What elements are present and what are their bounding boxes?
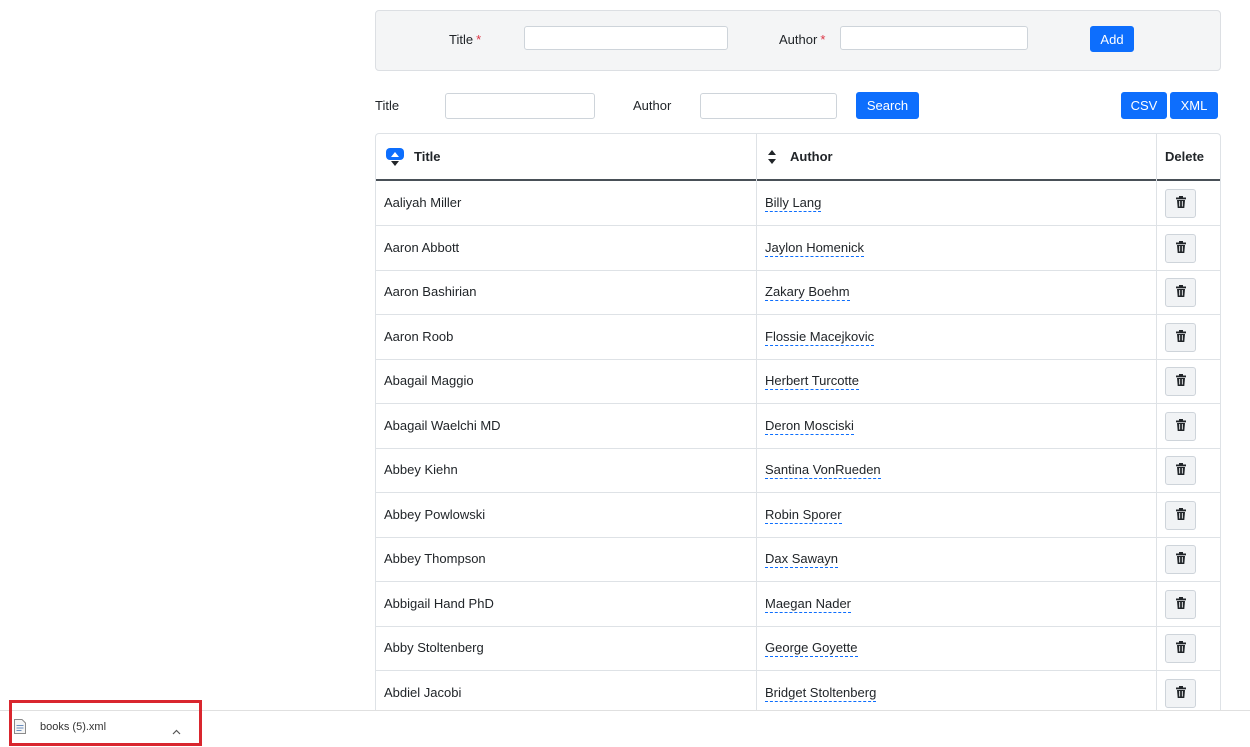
search-author-label: Author — [633, 98, 672, 113]
author-column-header[interactable]: Author — [768, 134, 1148, 179]
delete-button[interactable] — [1165, 411, 1196, 441]
author-editable-link[interactable]: George Goyette — [765, 640, 858, 657]
table-row: Abbigail Hand PhD Maegan Nader — [376, 582, 1220, 627]
author-editable-link[interactable]: Jaylon Homenick — [765, 240, 864, 257]
book-title-cell: Abbey Powlowski — [384, 506, 486, 522]
table-row: Abbey Thompson Dax Sawayn — [376, 537, 1220, 582]
delete-column-header: Delete — [1165, 134, 1215, 179]
book-title-cell: Abagail Waelchi MD — [384, 417, 501, 433]
sort-toggle-title[interactable] — [386, 147, 404, 166]
author-header-label: Author — [790, 149, 833, 164]
trash-icon — [1175, 685, 1186, 701]
book-title-cell: Aaron Bashirian — [384, 284, 477, 299]
delete-button[interactable] — [1165, 189, 1196, 218]
delete-button[interactable] — [1165, 322, 1196, 352]
trash-icon — [1175, 463, 1186, 478]
delete-button[interactable] — [1165, 278, 1196, 307]
table-row: Abbey Kiehn Santina VonRueden — [376, 448, 1220, 493]
add-title-input[interactable] — [524, 26, 728, 50]
delete-button[interactable] — [1165, 456, 1196, 485]
table-row: Aaron Bashirian Zakary Boehm — [376, 270, 1220, 315]
trash-icon — [1175, 507, 1186, 523]
trash-icon — [1175, 240, 1186, 256]
title-header-label: Title — [414, 149, 441, 164]
table-row: Abbey Powlowski Robin Sporer — [376, 493, 1220, 538]
search-button[interactable]: Search — [856, 92, 919, 119]
table-row: Aaron Abbott Jaylon Homenick — [376, 226, 1220, 271]
trash-icon — [1175, 552, 1186, 567]
table-row: Abagail Maggio Herbert Turcotte — [376, 359, 1220, 404]
table-row: Abdiel Jacobi Bridget Stoltenberg — [376, 671, 1220, 711]
book-title-cell: Aaron Abbott — [384, 239, 460, 255]
author-editable-link[interactable]: Bridget Stoltenberg — [765, 685, 877, 702]
book-title-cell: Abbey Kiehn — [384, 462, 458, 477]
book-title-cell: Abbey Thompson — [384, 551, 486, 566]
trash-icon — [1175, 285, 1186, 300]
search-title-label: Title — [375, 98, 400, 113]
table-row: Abagail Waelchi MD Deron Mosciski — [376, 404, 1220, 449]
table-row: Aaliyah Miller Billy Lang — [376, 181, 1220, 226]
sort-toggle-author[interactable] — [768, 149, 776, 164]
author-editable-link[interactable]: Zakary Boehm — [765, 284, 850, 301]
search-author-input[interactable] — [700, 93, 837, 119]
title-column-header[interactable]: Title — [386, 134, 756, 179]
add-book-form: Title * Author * Add — [375, 10, 1221, 71]
author-editable-link[interactable]: Robin Sporer — [765, 507, 842, 524]
delete-button[interactable] — [1165, 233, 1196, 263]
sort-up-icon — [768, 149, 776, 155]
trash-icon — [1175, 329, 1186, 345]
author-editable-link[interactable]: Deron Mosciski — [765, 418, 854, 435]
book-title-cell: Aaron Roob — [384, 328, 454, 344]
add-button[interactable]: Add — [1090, 26, 1134, 52]
add-author-input[interactable] — [840, 26, 1028, 50]
search-title-input[interactable] — [445, 93, 595, 119]
csv-export-button[interactable]: CSV — [1121, 92, 1167, 119]
delete-header-label: Delete — [1165, 149, 1205, 164]
sort-ascending-icon — [386, 147, 404, 160]
author-editable-link[interactable]: Dax Sawayn — [765, 551, 838, 568]
add-author-label: Author * — [779, 32, 826, 47]
book-title-cell: Abagail Maggio — [384, 373, 474, 388]
sort-descending-icon — [391, 160, 399, 166]
trash-icon — [1175, 596, 1186, 612]
book-title-cell: Abbigail Hand PhD — [384, 595, 494, 611]
trash-icon — [1175, 418, 1186, 434]
author-editable-link[interactable]: Santina VonRueden — [765, 462, 881, 479]
author-editable-link[interactable]: Billy Lang — [765, 195, 822, 212]
xml-export-button[interactable]: XML — [1170, 92, 1218, 119]
sort-down-icon — [768, 158, 776, 164]
trash-icon — [1175, 374, 1186, 389]
delete-button[interactable] — [1165, 589, 1196, 619]
trash-icon — [1175, 196, 1186, 211]
books-table: Title Author Delete Aaliyah Miller Billy … — [375, 133, 1221, 710]
table-row: Aaron Roob Flossie Macejkovic — [376, 315, 1220, 360]
book-title-cell: Aaliyah Miller — [384, 195, 462, 210]
table-header: Title Author Delete — [376, 134, 1220, 181]
required-mark: * — [820, 32, 826, 47]
book-title-cell: Abdiel Jacobi — [384, 684, 462, 700]
author-editable-link[interactable]: Maegan Nader — [765, 596, 851, 613]
author-editable-link[interactable]: Flossie Macejkovic — [765, 329, 875, 346]
author-editable-link[interactable]: Herbert Turcotte — [765, 373, 859, 390]
delete-button[interactable] — [1165, 500, 1196, 530]
table-row: Abby Stoltenberg George Goyette — [376, 626, 1220, 671]
delete-button[interactable] — [1165, 545, 1196, 574]
required-mark: * — [476, 32, 482, 47]
download-highlight-box — [9, 700, 202, 746]
delete-button[interactable] — [1165, 367, 1196, 396]
book-title-cell: Abby Stoltenberg — [384, 640, 484, 655]
delete-button[interactable] — [1165, 678, 1196, 708]
add-title-label: Title * — [449, 32, 482, 47]
delete-button[interactable] — [1165, 634, 1196, 663]
trash-icon — [1175, 641, 1186, 656]
